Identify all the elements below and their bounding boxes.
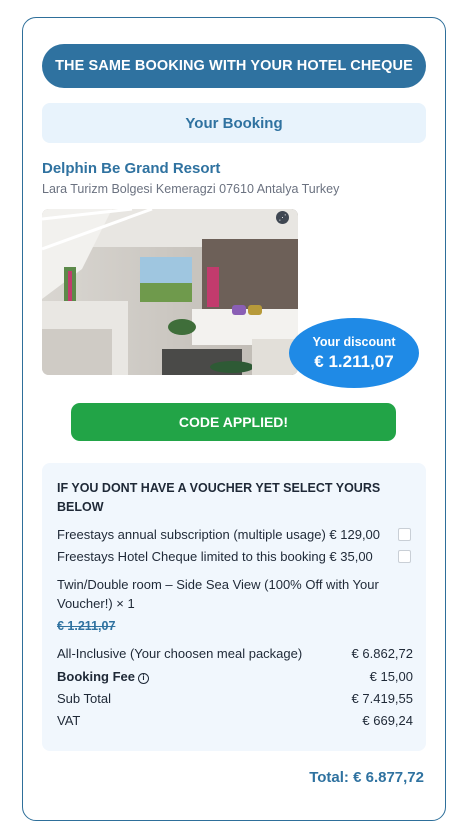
line-value: € 669,24 — [362, 713, 413, 728]
line-label: Sub Total — [57, 691, 111, 706]
line-label: Booking Fee — [57, 669, 136, 684]
vat-row: VAT € 669,24 — [57, 713, 413, 728]
room-description: Twin/Double room – Side Sea View (100% O… — [57, 577, 379, 611]
hotel-name[interactable]: Delphin Be Grand Resort — [42, 160, 220, 177]
annual-subscription-checkbox[interactable] — [398, 528, 411, 541]
share-icon[interactable]: ⋰ — [276, 211, 289, 224]
option-label: Freestays Hotel Cheque limited to this b… — [57, 549, 373, 564]
booking-fee-row: Booking Fee i € 15,00 — [57, 669, 413, 684]
discount-label: Your discount — [312, 334, 396, 349]
booking-summary-panel: IF YOU DONT HAVE A VOUCHER YET SELECT YO… — [42, 463, 426, 751]
meal-package-row: All-Inclusive (Your choosen meal package… — [57, 646, 413, 661]
line-value: € 15,00 — [369, 669, 413, 684]
option-annual-subscription[interactable]: Freestays annual subscription (multiple … — [57, 527, 411, 542]
discount-badge: Your discount € 1.211,07 — [289, 318, 419, 388]
option-label: Freestays annual subscription (multiple … — [57, 527, 381, 542]
line-label: VAT — [57, 713, 81, 728]
total-amount: Total: € 6.877,72 — [309, 769, 424, 786]
option-hotel-cheque[interactable]: Freestays Hotel Cheque limited to this b… — [57, 549, 411, 564]
code-applied-button[interactable]: CODE APPLIED! — [71, 403, 396, 441]
hotel-address: Lara Turizm Bolgesi Kemeragzi 07610 Anta… — [42, 182, 340, 196]
info-icon[interactable]: i — [138, 672, 150, 684]
voucher-heading: IF YOU DONT HAVE A VOUCHER YET SELECT YO… — [57, 481, 381, 514]
line-value: € 7.419,55 — [351, 691, 413, 706]
room-original-price: € 1.211,07 — [57, 619, 116, 633]
subtotal-row: Sub Total € 7.419,55 — [57, 691, 413, 706]
discount-amount: € 1.211,07 — [314, 351, 394, 371]
line-label: All-Inclusive (Your choosen meal package… — [57, 646, 303, 661]
line-value: € 6.862,72 — [351, 646, 413, 661]
hotel-cheque-checkbox[interactable] — [398, 550, 411, 563]
your-booking-header: Your Booking — [42, 103, 426, 143]
hotel-cheque-banner-button[interactable]: THE SAME BOOKING WITH YOUR HOTEL CHEQUE — [42, 44, 426, 88]
hotel-room-photo[interactable] — [42, 209, 298, 375]
